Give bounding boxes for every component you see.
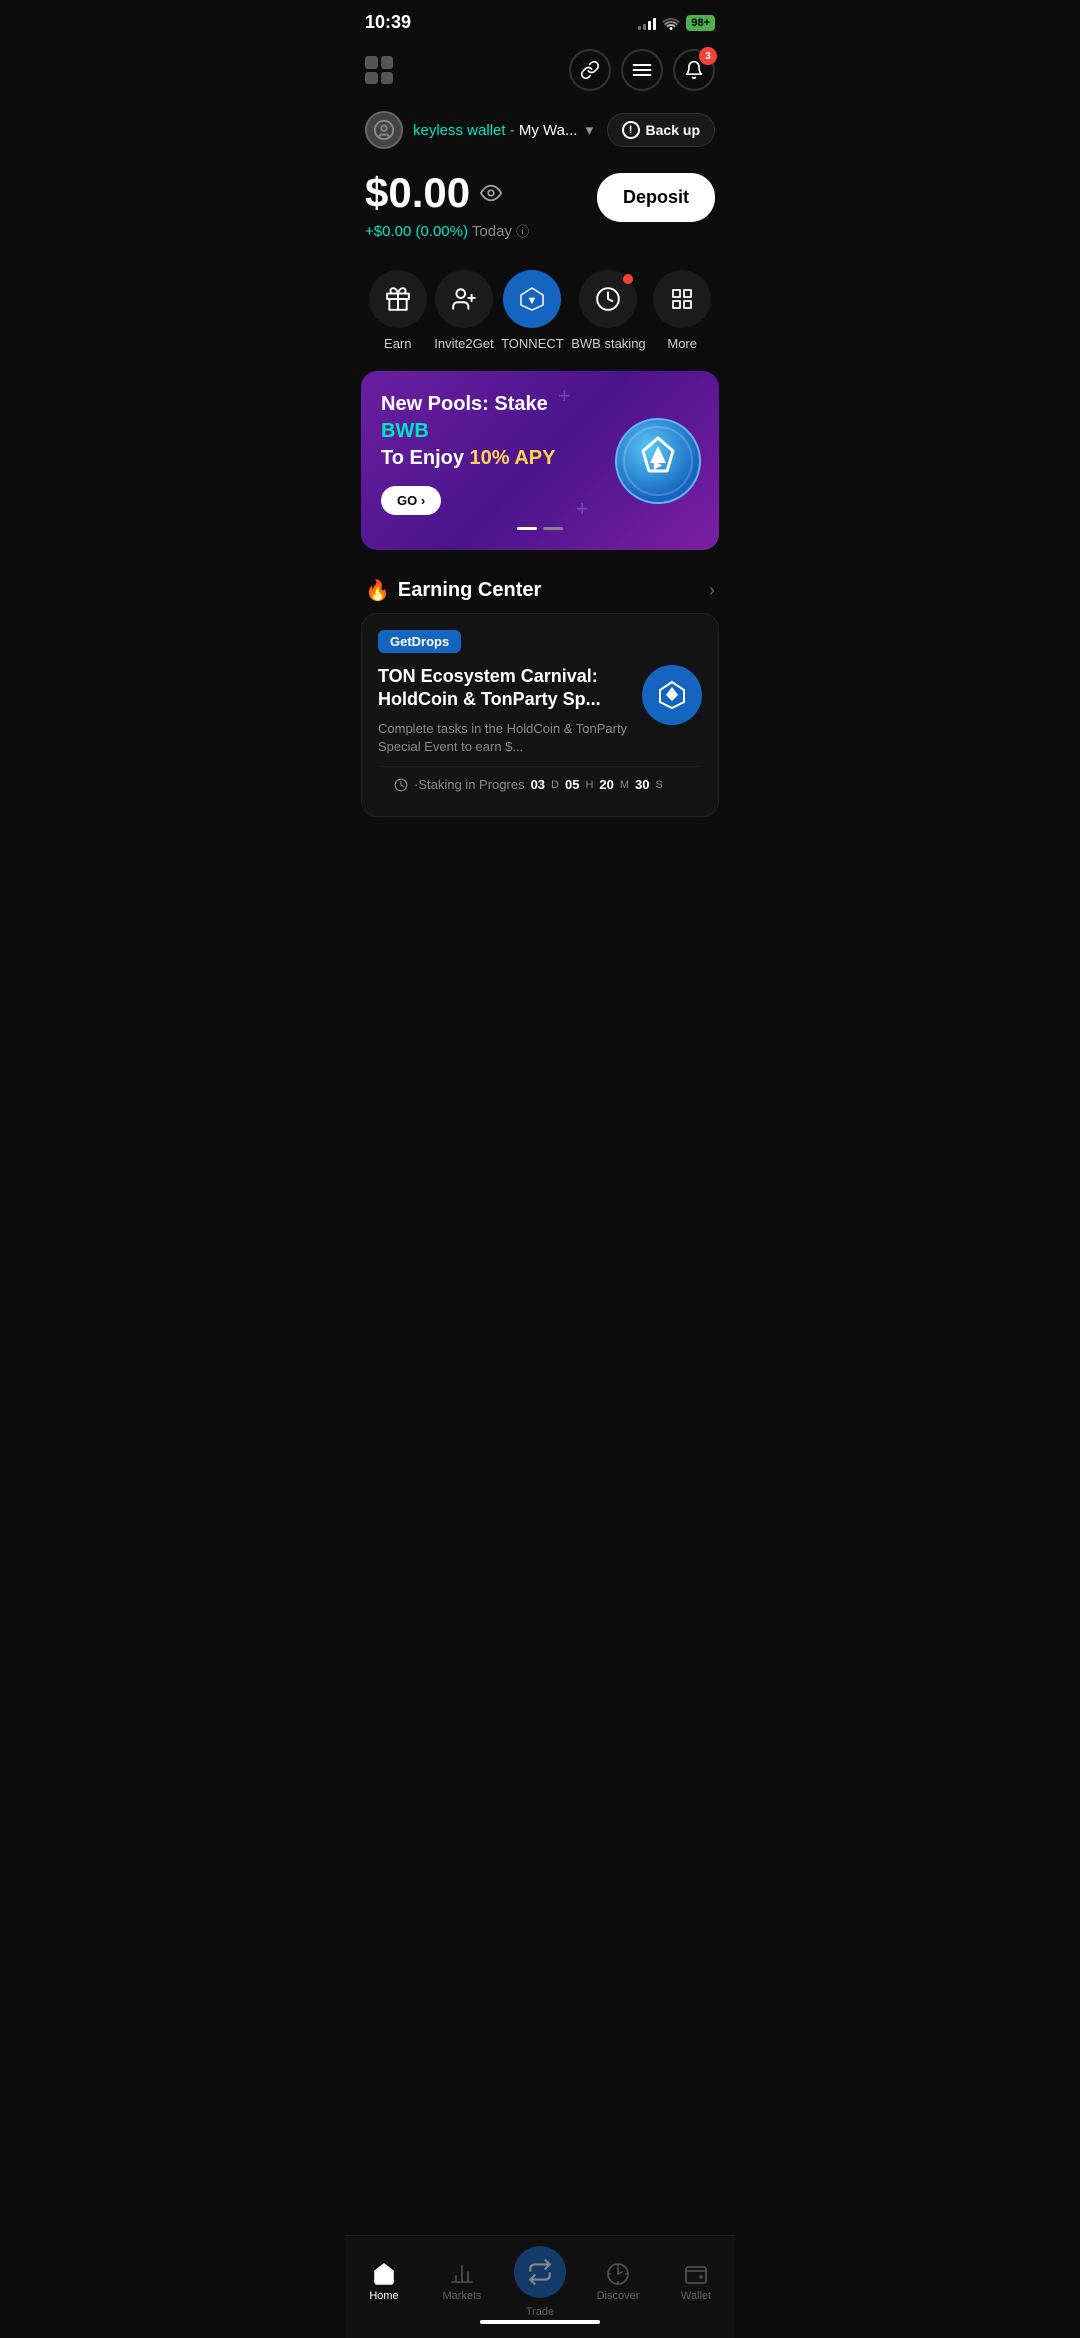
nav-home[interactable]: Home [345, 2262, 423, 2302]
svg-text:▼: ▼ [527, 295, 538, 307]
status-bar: 10:39 98+ [345, 0, 735, 41]
link-button[interactable] [569, 49, 611, 91]
wallet-row: keyless wallet - My Wa... ▾ ! Back up [345, 103, 735, 161]
promotion-banner[interactable]: + + New Pools: Stake BWBTo Enjoy 10% APY… [361, 371, 719, 550]
person-add-icon [451, 286, 477, 312]
balance-change: +$0.00 (0.00%) Today ⓘ [365, 221, 529, 240]
banner-dot-2 [543, 527, 563, 530]
getdrops-badge: GetDrops [378, 630, 461, 653]
nav-wallet[interactable]: Wallet [657, 2262, 735, 2302]
wifi-icon [662, 16, 680, 30]
wallet-name: keyless wallet - My Wa... ▾ [413, 121, 593, 139]
backup-button[interactable]: ! Back up [607, 113, 715, 147]
nav-wallet-label: Wallet [681, 2290, 711, 2302]
action-more[interactable]: More [653, 270, 711, 351]
notification-badge: 3 [699, 47, 717, 65]
banner-go-button[interactable]: GO › [381, 486, 441, 515]
trade-center-button [514, 2246, 566, 2298]
wallet-info[interactable]: keyless wallet - My Wa... ▾ [365, 111, 593, 149]
battery-indicator: 98+ [686, 15, 715, 31]
eye-icon [480, 182, 502, 204]
token-icon [595, 286, 621, 312]
gift-icon [385, 286, 411, 312]
invite-label: Invite2Get [434, 336, 493, 351]
earn-label: Earn [384, 336, 411, 351]
header: 3 [345, 41, 735, 103]
wallet-avatar [365, 111, 403, 149]
home-bar [480, 2320, 600, 2324]
earning-card-icon [642, 665, 702, 725]
swap-icon [527, 2259, 553, 2285]
status-icons: 98+ [638, 15, 715, 31]
wallet-icon [684, 2262, 708, 2286]
banner-title: New Pools: Stake BWBTo Enjoy 10% APY [381, 391, 572, 472]
warning-icon: ! [622, 121, 640, 139]
tonnect-icon-wrapper: ▼ [503, 270, 561, 328]
earning-card-title: TON Ecosystem Carnival: HoldCoin & TonPa… [378, 665, 630, 712]
deposit-button[interactable]: Deposit [597, 173, 715, 222]
app-logo[interactable] [365, 56, 393, 84]
menu-icon [632, 62, 652, 78]
bell-icon [684, 60, 704, 80]
svg-text:▶: ▶ [653, 460, 663, 471]
nav-discover-label: Discover [597, 2290, 640, 2302]
action-earn[interactable]: Earn [369, 270, 427, 351]
tonnect-logo-icon: ▼ [518, 285, 546, 313]
nav-home-label: Home [369, 2290, 398, 2302]
banner-dot-1 [517, 527, 537, 530]
menu-button[interactable] [621, 49, 663, 91]
nav-markets[interactable]: Markets [423, 2262, 501, 2302]
link-icon [580, 60, 600, 80]
banner-dots [381, 527, 699, 530]
nav-markets-label: Markets [442, 2290, 481, 2302]
chart-icon [450, 2262, 474, 2286]
bwb-label: BWB staking [571, 336, 645, 351]
action-invite[interactable]: Invite2Get [434, 270, 493, 351]
tonnect-label: TONNECT [501, 336, 564, 351]
discover-icon [606, 2262, 630, 2286]
earning-center-title: 🔥 Earning Center [365, 578, 541, 603]
more-label: More [667, 336, 697, 351]
balance-section: $0.00 +$0.00 (0.00%) Today ⓘ Deposit [345, 161, 735, 260]
home-indicator [345, 2312, 735, 2332]
balance-amount: $0.00 [365, 169, 529, 217]
earning-card-desc: Complete tasks in the HoldCoin & TonPart… [378, 720, 630, 756]
deco-plus-2: + [576, 496, 589, 522]
earning-card[interactable]: GetDrops TON Ecosystem Carnival: HoldCoi… [361, 613, 719, 817]
bwb-dot [623, 274, 633, 284]
earning-center-header[interactable]: 🔥 Earning Center › [345, 562, 735, 613]
earning-center-arrow: › [709, 580, 715, 601]
header-actions: 3 [569, 49, 715, 91]
bwb-icon-wrapper [579, 270, 637, 328]
home-icon [372, 2262, 396, 2286]
banner-coin-graphic: ▶ [613, 416, 703, 506]
quick-actions: Earn Invite2Get ▼ TONNECT [345, 260, 735, 359]
deco-plus-1: + [558, 383, 571, 409]
status-time: 10:39 [365, 12, 411, 33]
staking-timer: ·Staking in Progres 03 D 05 H 20 M 30 S [378, 766, 702, 800]
signal-icon [638, 16, 656, 30]
invite-icon-wrapper [435, 270, 493, 328]
tonnect-earn-icon [656, 679, 688, 711]
earn-icon-wrapper [369, 270, 427, 328]
nav-discover[interactable]: Discover [579, 2262, 657, 2302]
clock-icon [394, 778, 408, 792]
action-tonnect[interactable]: ▼ TONNECT [501, 270, 564, 351]
avatar-icon [373, 119, 395, 141]
nav-trade[interactable]: Trade [501, 2246, 579, 2318]
action-bwb[interactable]: BWB staking [571, 270, 645, 351]
grid-icon [670, 287, 694, 311]
notification-button[interactable]: 3 [673, 49, 715, 91]
more-icon-wrapper [653, 270, 711, 328]
